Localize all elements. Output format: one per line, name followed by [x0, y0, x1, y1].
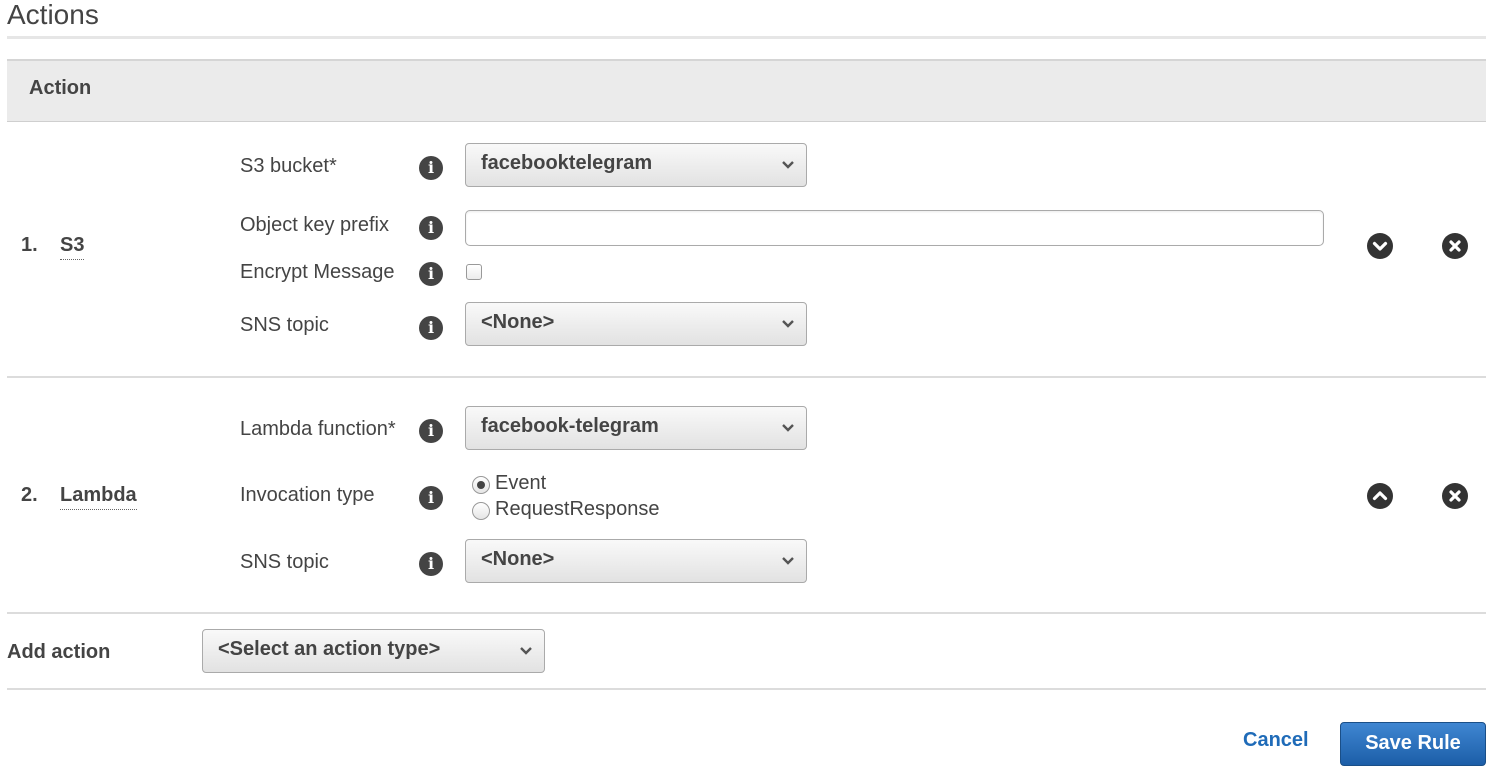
encrypt-message-label: Encrypt Message [240, 261, 395, 283]
table-header: Action [7, 59, 1486, 122]
invocation-event-radio[interactable] [472, 476, 490, 494]
add-action-label: Add action [7, 641, 111, 663]
info-icon[interactable]: i [419, 552, 443, 576]
add-action-placeholder: <Select an action type> [218, 638, 441, 660]
s3-sns-topic-select[interactable]: <None> [465, 302, 807, 346]
s3-bucket-value: facebooktelegram [481, 152, 653, 174]
info-icon[interactable]: i [419, 419, 443, 443]
remove-action-button[interactable] [1442, 233, 1468, 259]
lambda-sns-topic-label: SNS topic [240, 551, 329, 573]
title-divider [7, 36, 1486, 39]
add-action-select[interactable]: <Select an action type> [202, 629, 545, 673]
chevron-down-icon [1372, 241, 1388, 251]
chevron-down-icon [782, 424, 794, 432]
lambda-sns-topic-value: <None> [481, 548, 555, 570]
invocation-requestresponse-label[interactable]: RequestResponse [495, 498, 660, 521]
s3-sns-topic-label: SNS topic [240, 314, 329, 336]
lambda-function-value: facebook-telegram [481, 415, 659, 437]
chevron-down-icon [782, 320, 794, 328]
lambda-sns-topic-select[interactable]: <None> [465, 539, 807, 583]
invocation-event-label[interactable]: Event [495, 472, 546, 495]
move-down-button[interactable] [1367, 233, 1393, 259]
info-icon[interactable]: i [419, 262, 443, 286]
close-icon [1449, 240, 1461, 252]
action-2-number: 2. [21, 484, 38, 506]
object-key-prefix-input[interactable] [465, 210, 1324, 246]
info-icon[interactable]: i [419, 316, 443, 340]
chevron-down-icon [520, 647, 532, 655]
invocation-requestresponse-radio[interactable] [472, 502, 490, 520]
action-2-name[interactable]: Lambda [60, 484, 137, 510]
action-1-number: 1. [21, 234, 38, 256]
info-icon[interactable]: i [419, 216, 443, 240]
lambda-function-select[interactable]: facebook-telegram [465, 406, 807, 450]
row-divider [7, 612, 1486, 614]
info-icon[interactable]: i [419, 486, 443, 510]
lambda-function-label: Lambda function* [240, 418, 396, 440]
close-icon [1449, 490, 1461, 502]
encrypt-message-checkbox[interactable] [466, 264, 482, 280]
object-key-prefix-label: Object key prefix [240, 214, 389, 236]
row-divider [7, 688, 1486, 690]
action-1-name[interactable]: S3 [60, 234, 85, 260]
move-up-button[interactable] [1367, 483, 1393, 509]
section-title: Actions [7, 0, 99, 30]
table-header-action: Action [29, 77, 92, 99]
remove-action-button[interactable] [1442, 483, 1468, 509]
chevron-down-icon [782, 161, 794, 169]
cancel-link[interactable]: Cancel [1243, 729, 1309, 752]
s3-bucket-select[interactable]: facebooktelegram [465, 143, 807, 187]
save-rule-button[interactable]: Save Rule [1340, 722, 1486, 766]
row-divider [7, 376, 1486, 378]
chevron-down-icon [782, 557, 794, 565]
invocation-type-label: Invocation type [240, 484, 375, 506]
chevron-up-icon [1372, 491, 1388, 501]
info-icon[interactable]: i [419, 156, 443, 180]
s3-bucket-label: S3 bucket* [240, 155, 337, 177]
s3-sns-topic-value: <None> [481, 311, 555, 333]
